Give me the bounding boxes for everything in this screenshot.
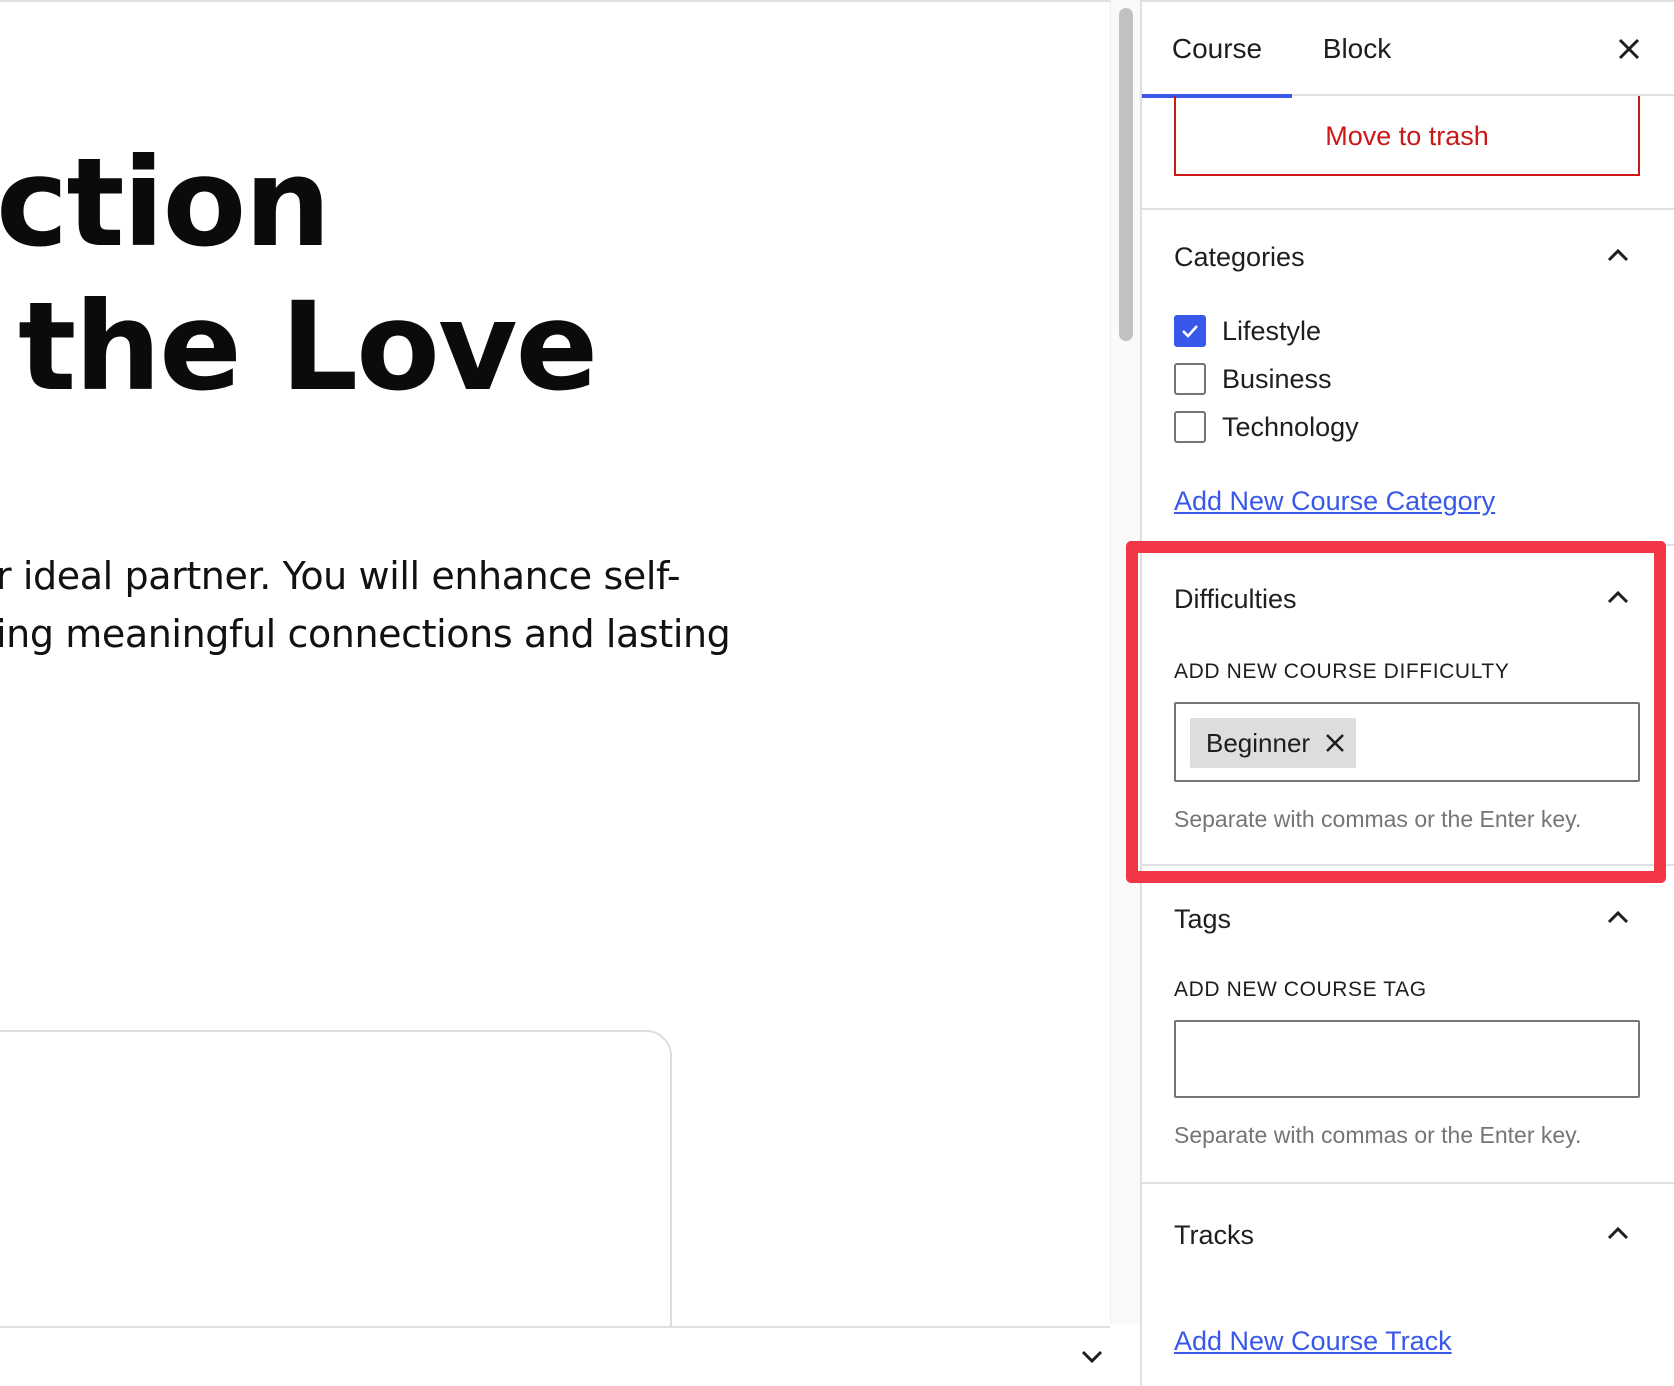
chevron-up-icon[interactable] — [1602, 240, 1634, 272]
panel-title-tracks[interactable]: Tracks — [1174, 1220, 1254, 1251]
tag-field-label: ADD NEW COURSE TAG — [1174, 978, 1427, 1001]
settings-sidebar: Course Block Move to trash Categories Li… — [1140, 0, 1674, 1386]
close-icon[interactable] — [1322, 730, 1348, 756]
tag-help-text: Separate with commas or the Enter key. — [1174, 1122, 1582, 1148]
difficulty-field-label: ADD NEW COURSE DIFFICULTY — [1174, 660, 1510, 683]
sidebar-tabs: Course Block — [1142, 2, 1674, 98]
post-title-line[interactable]: the Love — [18, 286, 598, 408]
checkbox[interactable] — [1174, 363, 1206, 395]
panel-title-tags[interactable]: Tags — [1174, 904, 1231, 935]
scrollbar-thumb[interactable] — [1119, 8, 1133, 341]
checkbox[interactable] — [1174, 315, 1206, 347]
category-checkbox-technology[interactable]: Technology — [1174, 410, 1359, 444]
token-label: Beginner — [1206, 727, 1311, 758]
chevron-up-icon[interactable] — [1602, 1218, 1634, 1250]
paragraph-line[interactable]: r ideal partner. You will enhance self- — [0, 554, 681, 598]
panel-title-categories[interactable]: Categories — [1174, 242, 1305, 273]
move-to-trash-button[interactable]: Move to trash — [1174, 96, 1640, 176]
chevron-up-icon[interactable] — [1602, 902, 1634, 934]
checkbox-label: Lifestyle — [1222, 315, 1322, 346]
close-icon[interactable] — [1612, 32, 1646, 66]
canvas-scrollbar[interactable] — [1110, 0, 1140, 1324]
panel-divider — [1142, 864, 1674, 866]
checkbox-label: Business — [1222, 363, 1332, 394]
tag-token-input[interactable] — [1174, 1020, 1640, 1098]
add-course-track-link[interactable]: Add New Course Track — [1174, 1326, 1452, 1357]
panel-divider — [1142, 544, 1674, 546]
add-course-category-link[interactable]: Add New Course Category — [1174, 486, 1495, 517]
tab-course[interactable]: Course — [1142, 2, 1292, 98]
post-title-line[interactable]: ction — [0, 142, 331, 264]
paragraph-line[interactable]: ing meaningful connections and lasting — [0, 612, 731, 656]
panel-divider — [1142, 1182, 1674, 1184]
category-checkbox-business[interactable]: Business — [1174, 362, 1332, 396]
checkbox[interactable] — [1174, 411, 1206, 443]
difficulty-token-input[interactable]: Beginner — [1174, 702, 1640, 782]
check-icon — [1182, 325, 1198, 338]
chevron-down-icon[interactable] — [1078, 1342, 1106, 1370]
panel-divider — [1142, 208, 1674, 210]
tab-block[interactable]: Block — [1292, 2, 1422, 96]
editor-footer-bar — [0, 1326, 1110, 1386]
category-checkbox-lifestyle[interactable]: Lifestyle — [1174, 314, 1321, 348]
token-beginner: Beginner — [1190, 718, 1357, 768]
chevron-up-icon[interactable] — [1602, 582, 1634, 614]
editor-canvas[interactable]: ction the Love r ideal partner. You will… — [0, 0, 1110, 1386]
difficulty-help-text: Separate with commas or the Enter key. — [1174, 806, 1582, 832]
checkbox-label: Technology — [1222, 411, 1359, 442]
panel-title-difficulties[interactable]: Difficulties — [1174, 584, 1297, 615]
